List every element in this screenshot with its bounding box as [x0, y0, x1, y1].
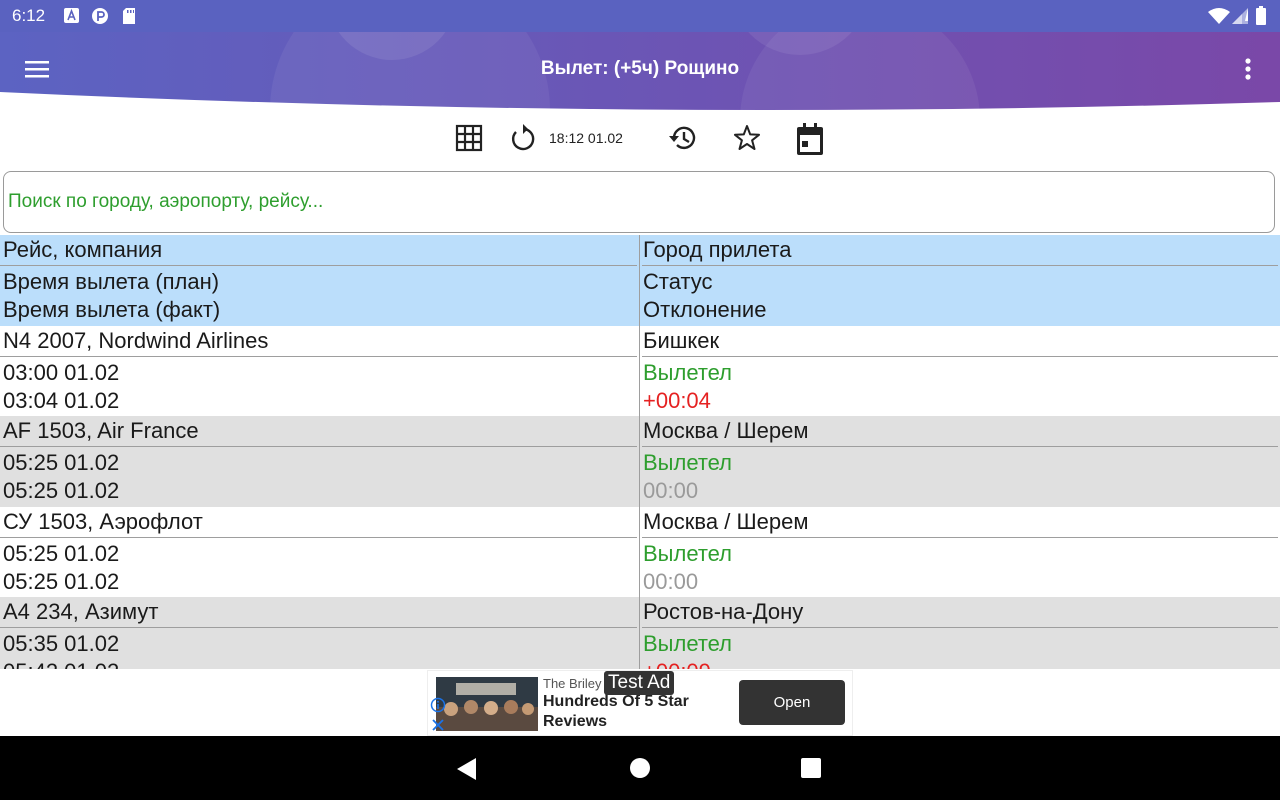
- actual-time: 05:25 01.02: [3, 568, 120, 594]
- status-time: 6:12: [12, 6, 46, 25]
- flight-status: Вылетел: [643, 540, 732, 566]
- column-divider: [639, 235, 640, 326]
- column-divider: [639, 506, 640, 597]
- flight-company: СУ 1503, Аэрофлот: [3, 508, 203, 534]
- arrival-city: Ростов-на-Дону: [643, 599, 804, 624]
- row-divider: [642, 446, 1278, 447]
- a-box-icon: [64, 8, 79, 23]
- table-row[interactable]: AF 1503, Air France 05:25 01.02 05:25 01…: [0, 416, 1280, 507]
- flight-deviation: +00:04: [643, 387, 711, 413]
- star-icon: [734, 125, 760, 150]
- page-title: Вылет: (+5ч) Рощино: [540, 58, 740, 79]
- navigation-bar: [0, 736, 1280, 800]
- ad-headline: Hundreds Of 5 Star Reviews: [543, 693, 689, 730]
- arrival-city: Москва / Шерем: [643, 418, 809, 443]
- flight-status: Вылетел: [643, 631, 732, 656]
- header-deviation: Отклонение: [643, 297, 767, 322]
- p-circle-icon: [92, 8, 108, 24]
- planned-time: 03:00 01.02: [3, 359, 120, 385]
- refresh-button[interactable]: [507, 122, 539, 154]
- actual-time: 05:42 01.02: [3, 659, 119, 669]
- flight-deviation: +00:09: [643, 659, 711, 669]
- ad-brand: The Briley: [543, 676, 602, 691]
- row-divider: [642, 355, 1278, 357]
- row-divider: [642, 265, 1278, 266]
- flight-company: А4 234, Азимут: [3, 599, 159, 624]
- row-divider: [0, 446, 637, 447]
- update-time-label: 18:12 01.02: [549, 130, 623, 146]
- grid-icon: [455, 124, 483, 152]
- refresh-icon: [511, 124, 535, 151]
- arrival-city: Бишкек: [643, 327, 720, 353]
- more-options-button[interactable]: [1234, 52, 1262, 88]
- search-input[interactable]: [8, 188, 1258, 216]
- more-vert-icon: [1245, 58, 1251, 80]
- status-bar: 6:12: [0, 0, 1280, 32]
- sd-card-icon: [123, 8, 135, 24]
- signal-icon: [1232, 8, 1248, 24]
- flight-company: AF 1503, Air France: [3, 418, 199, 443]
- header-status: Статус: [643, 269, 713, 294]
- flight-company: N4 2007, Nordwind Airlines: [3, 327, 269, 353]
- back-icon[interactable]: [454, 756, 480, 782]
- home-icon[interactable]: [628, 756, 652, 780]
- table-row[interactable]: СУ 1503, Аэрофлот 05:25 01.02 05:25 01.0…: [0, 506, 1280, 597]
- row-divider: [0, 265, 637, 266]
- ad-image: [436, 677, 538, 731]
- flight-status: Вылетел: [643, 450, 732, 475]
- flight-status: Вылетел: [643, 359, 732, 385]
- ad-banner[interactable]: The Briley Hundreds Of 5 Star Reviews Te…: [427, 670, 853, 736]
- close-icon[interactable]: [430, 717, 446, 733]
- info-icon[interactable]: [430, 697, 446, 713]
- test-ad-badge: Test Ad: [604, 671, 675, 695]
- history-button[interactable]: [667, 122, 699, 154]
- row-divider: [642, 536, 1278, 538]
- table-row[interactable]: N4 2007, Nordwind Airlines 03:00 01.02 0…: [0, 325, 1280, 416]
- table-header: Рейс, компания Время вылета (план) Время…: [0, 235, 1280, 326]
- search-box[interactable]: [3, 171, 1275, 233]
- flight-deviation: 00:00: [643, 568, 699, 594]
- actual-time: 03:04 01.02: [3, 387, 120, 413]
- flights-table: Рейс, компания Время вылета (план) Время…: [0, 235, 1280, 669]
- actual-time: 05:25 01.02: [3, 478, 120, 503]
- column-divider: [639, 416, 640, 507]
- planned-time: 05:25 01.02: [3, 450, 120, 475]
- calendar-button[interactable]: [794, 121, 826, 157]
- wifi-icon: [1208, 8, 1230, 24]
- ad-open-button[interactable]: Open: [739, 680, 845, 725]
- table-row[interactable]: А4 234, Азимут 05:35 01.02 05:42 01.02 Р…: [0, 597, 1280, 669]
- header-actual-time: Время вылета (факт): [3, 297, 221, 322]
- header-flight-company: Рейс, компания: [3, 237, 163, 262]
- header-planned-time: Время вылета (план): [3, 269, 220, 294]
- row-divider: [0, 355, 637, 357]
- grid-view-button[interactable]: [453, 122, 485, 154]
- battery-icon: [1256, 6, 1266, 25]
- history-icon: [669, 126, 696, 150]
- recents-icon[interactable]: [799, 756, 823, 780]
- planned-time: 05:25 01.02: [3, 540, 120, 566]
- row-divider: [0, 536, 637, 538]
- column-divider: [639, 597, 640, 669]
- arrival-city: Москва / Шерем: [643, 508, 809, 534]
- column-divider: [639, 325, 640, 416]
- flight-deviation: 00:00: [643, 478, 699, 503]
- header-arrival-city: Город прилета: [643, 237, 792, 262]
- calendar-icon: [797, 123, 823, 155]
- row-divider: [642, 627, 1278, 628]
- row-divider: [0, 627, 637, 628]
- planned-time: 05:35 01.02: [3, 631, 120, 656]
- favorites-button[interactable]: [731, 122, 763, 154]
